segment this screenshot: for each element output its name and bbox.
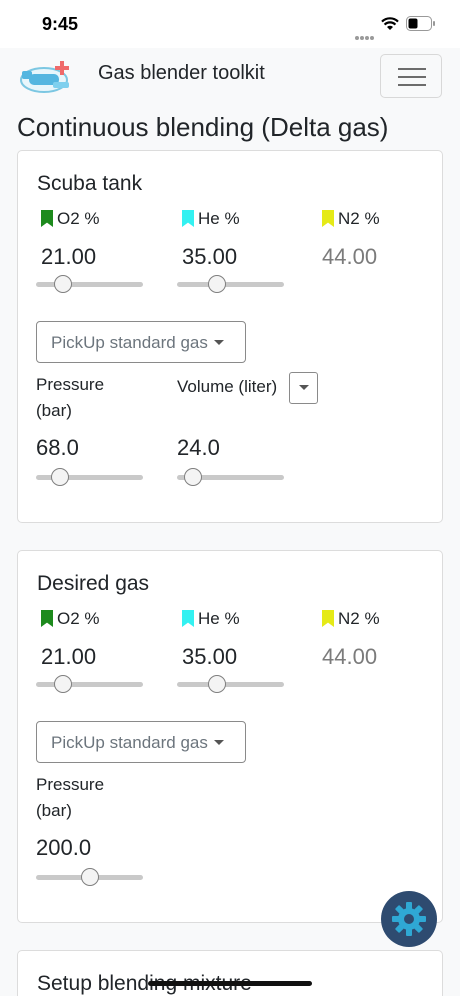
yellow-flag-icon — [322, 210, 334, 227]
cellular-signal-icon — [355, 27, 375, 45]
o2-column: O2 % 21.00 — [41, 209, 161, 270]
hamburger-menu-button[interactable] — [380, 54, 442, 98]
he-label: He % — [198, 209, 240, 228]
pressure-slider[interactable] — [36, 867, 143, 887]
status-time: 9:45 — [42, 14, 79, 34]
card-title-desired-gas: Desired gas — [37, 572, 150, 595]
he-value: 35.00 — [182, 244, 238, 269]
he-column: He % 35.00 — [182, 609, 302, 670]
slider-thumb[interactable] — [207, 675, 226, 693]
n2-label: N2 % — [338, 609, 380, 628]
pickup-standard-gas-dropdown[interactable]: PickUp standard gas — [36, 321, 246, 363]
navbar: Gas blender toolkit — [0, 48, 460, 104]
pressure-label-line1: Pressure — [36, 375, 105, 394]
he-label: He % — [198, 609, 240, 628]
n2-value: 44.00 — [322, 644, 378, 669]
o2-slider[interactable] — [36, 274, 143, 294]
scuba-tank-card: Scuba tank O2 % 21.00 He % 35.00 N2 % 44… — [17, 150, 443, 523]
o2-label: O2 % — [57, 609, 100, 628]
o2-slider[interactable] — [36, 674, 143, 694]
pressure-label-line2: (bar) — [36, 401, 72, 420]
pressure-label-line1: Pressure — [36, 775, 105, 794]
he-slider[interactable] — [177, 674, 284, 694]
n2-column: N2 % 44.00 — [322, 609, 442, 670]
desired-gas-card: Desired gas O2 % 21.00 He % 35.00 N2 % 4… — [17, 550, 443, 923]
settings-fab-button[interactable] — [381, 891, 437, 947]
caret-down-icon — [213, 740, 224, 745]
n2-label: N2 % — [338, 209, 380, 228]
green-flag-icon — [41, 210, 53, 227]
slider-thumb[interactable] — [50, 468, 69, 486]
caret-down-icon — [299, 385, 309, 390]
app-title[interactable]: Gas blender toolkit — [98, 62, 265, 85]
slider-thumb[interactable] — [184, 468, 203, 486]
pressure-label-line2: (bar) — [36, 801, 72, 820]
volume-label: Volume (liter) — [177, 377, 278, 396]
caret-down-icon — [213, 340, 224, 345]
home-indicator — [148, 981, 312, 986]
pressure-label: Pressure (bar) — [36, 372, 104, 424]
page-title: Continuous blending (Delta gas) — [17, 112, 389, 142]
he-slider[interactable] — [177, 274, 284, 294]
setup-blending-card: Setup blending mixture — [17, 950, 443, 996]
cyan-flag-icon — [182, 610, 194, 627]
slider-thumb[interactable] — [207, 275, 226, 293]
slider-thumb[interactable] — [53, 675, 72, 693]
slider-thumb[interactable] — [80, 868, 99, 886]
o2-value: 21.00 — [41, 244, 97, 269]
o2-label: O2 % — [57, 209, 100, 228]
n2-value: 44.00 — [322, 244, 378, 269]
pickup-label: PickUp standard gas — [51, 333, 208, 352]
pressure-value: 200.0 — [36, 835, 92, 860]
cyan-flag-icon — [182, 210, 194, 227]
scuba-tank-logo-icon[interactable] — [17, 58, 75, 99]
card-title-scuba-tank: Scuba tank — [37, 172, 143, 195]
battery-icon — [406, 16, 436, 36]
green-flag-icon — [41, 610, 53, 627]
volume-slider[interactable] — [177, 467, 284, 487]
he-column: He % 35.00 — [182, 209, 302, 270]
he-value: 35.00 — [182, 644, 238, 669]
o2-value: 21.00 — [41, 644, 97, 669]
volume-value: 24.0 — [177, 435, 220, 460]
volume-unit-dropdown[interactable] — [289, 372, 318, 404]
yellow-flag-icon — [322, 610, 334, 627]
pickup-label: PickUp standard gas — [51, 733, 208, 752]
pressure-slider[interactable] — [36, 467, 143, 487]
n2-column: N2 % 44.00 — [322, 209, 442, 270]
o2-column: O2 % 21.00 — [41, 609, 161, 670]
status-bar: 9:45 — [0, 0, 460, 48]
hamburger-menu-icon — [398, 68, 426, 70]
pickup-standard-gas-dropdown[interactable]: PickUp standard gas — [36, 721, 246, 763]
hamburger-menu-icon-bar — [398, 84, 426, 86]
hamburger-menu-icon-bar — [398, 76, 426, 78]
wifi-icon — [380, 16, 400, 36]
slider-thumb[interactable] — [53, 275, 72, 293]
pressure-value: 68.0 — [36, 435, 79, 460]
gear-icon — [389, 899, 429, 944]
pressure-label: Pressure (bar) — [36, 772, 104, 824]
